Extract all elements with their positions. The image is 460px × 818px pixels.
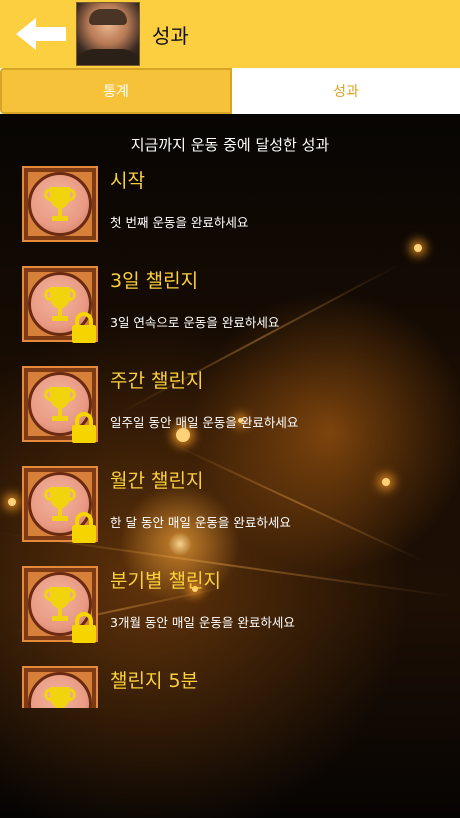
achievement-title: 주간 챌린지 (110, 370, 204, 392)
achievement-item[interactable]: 월간 챌린지 한 달 동안 매일 운동을 완료하세요 (22, 466, 442, 546)
lock-icon (72, 612, 96, 643)
achievements-subtitle: 지금까지 운동 중에 달성한 성과 (130, 136, 330, 154)
achievement-badge (22, 366, 98, 443)
achievement-list: 시작 첫 번째 운동을 완료하세요 3일 챌린지 3일 연속으로 운동을 완료하… (0, 166, 460, 708)
trophy-icon (44, 187, 76, 221)
page-title: 성과 (152, 23, 189, 48)
left-arrow-icon (16, 18, 66, 50)
achievement-description: 첫 번째 운동을 완료하세요 (110, 215, 249, 230)
trophy-icon (44, 687, 76, 708)
achievement-item[interactable]: 분기별 챌린지 3개월 동안 매일 운동을 완료하세요 (22, 566, 442, 646)
achievement-title: 3일 챌린지 (110, 270, 199, 292)
achievement-title: 분기별 챌린지 (110, 570, 221, 592)
lock-icon (72, 512, 96, 543)
achievement-title: 시작 (110, 170, 145, 192)
achievement-description: 일주일 동안 매일 운동을 완료하세요 (110, 415, 299, 430)
avatar (76, 2, 140, 66)
achievement-badge (22, 566, 98, 643)
achievement-item[interactable]: 챌린지 5분 (22, 666, 442, 708)
achievement-badge (22, 266, 98, 343)
top-bar: 성과 (0, 0, 460, 68)
achievement-description: 3일 연속으로 운동을 완료하세요 (110, 315, 280, 330)
achievement-description: 3개월 동안 매일 운동을 완료하세요 (110, 615, 295, 630)
back-button[interactable] (14, 14, 68, 54)
lock-icon (72, 412, 96, 443)
achievement-item[interactable]: 시작 첫 번째 운동을 완료하세요 (22, 166, 442, 246)
achievement-badge (22, 666, 98, 708)
achievement-badge (22, 466, 98, 543)
tab-statistics[interactable]: 통계 (0, 68, 232, 114)
achievement-title: 챌린지 5분 (110, 670, 199, 692)
achievement-item[interactable]: 주간 챌린지 일주일 동안 매일 운동을 완료하세요 (22, 366, 442, 446)
tab-bar: 통계 성과 (0, 68, 460, 114)
tab-achievements[interactable]: 성과 (232, 68, 460, 114)
achievement-description: 한 달 동안 매일 운동을 완료하세요 (110, 515, 291, 530)
achievement-title: 월간 챌린지 (110, 470, 204, 492)
achievement-badge (22, 166, 98, 242)
achievement-item[interactable]: 3일 챌린지 3일 연속으로 운동을 완료하세요 (22, 266, 442, 346)
lock-icon (72, 312, 96, 343)
